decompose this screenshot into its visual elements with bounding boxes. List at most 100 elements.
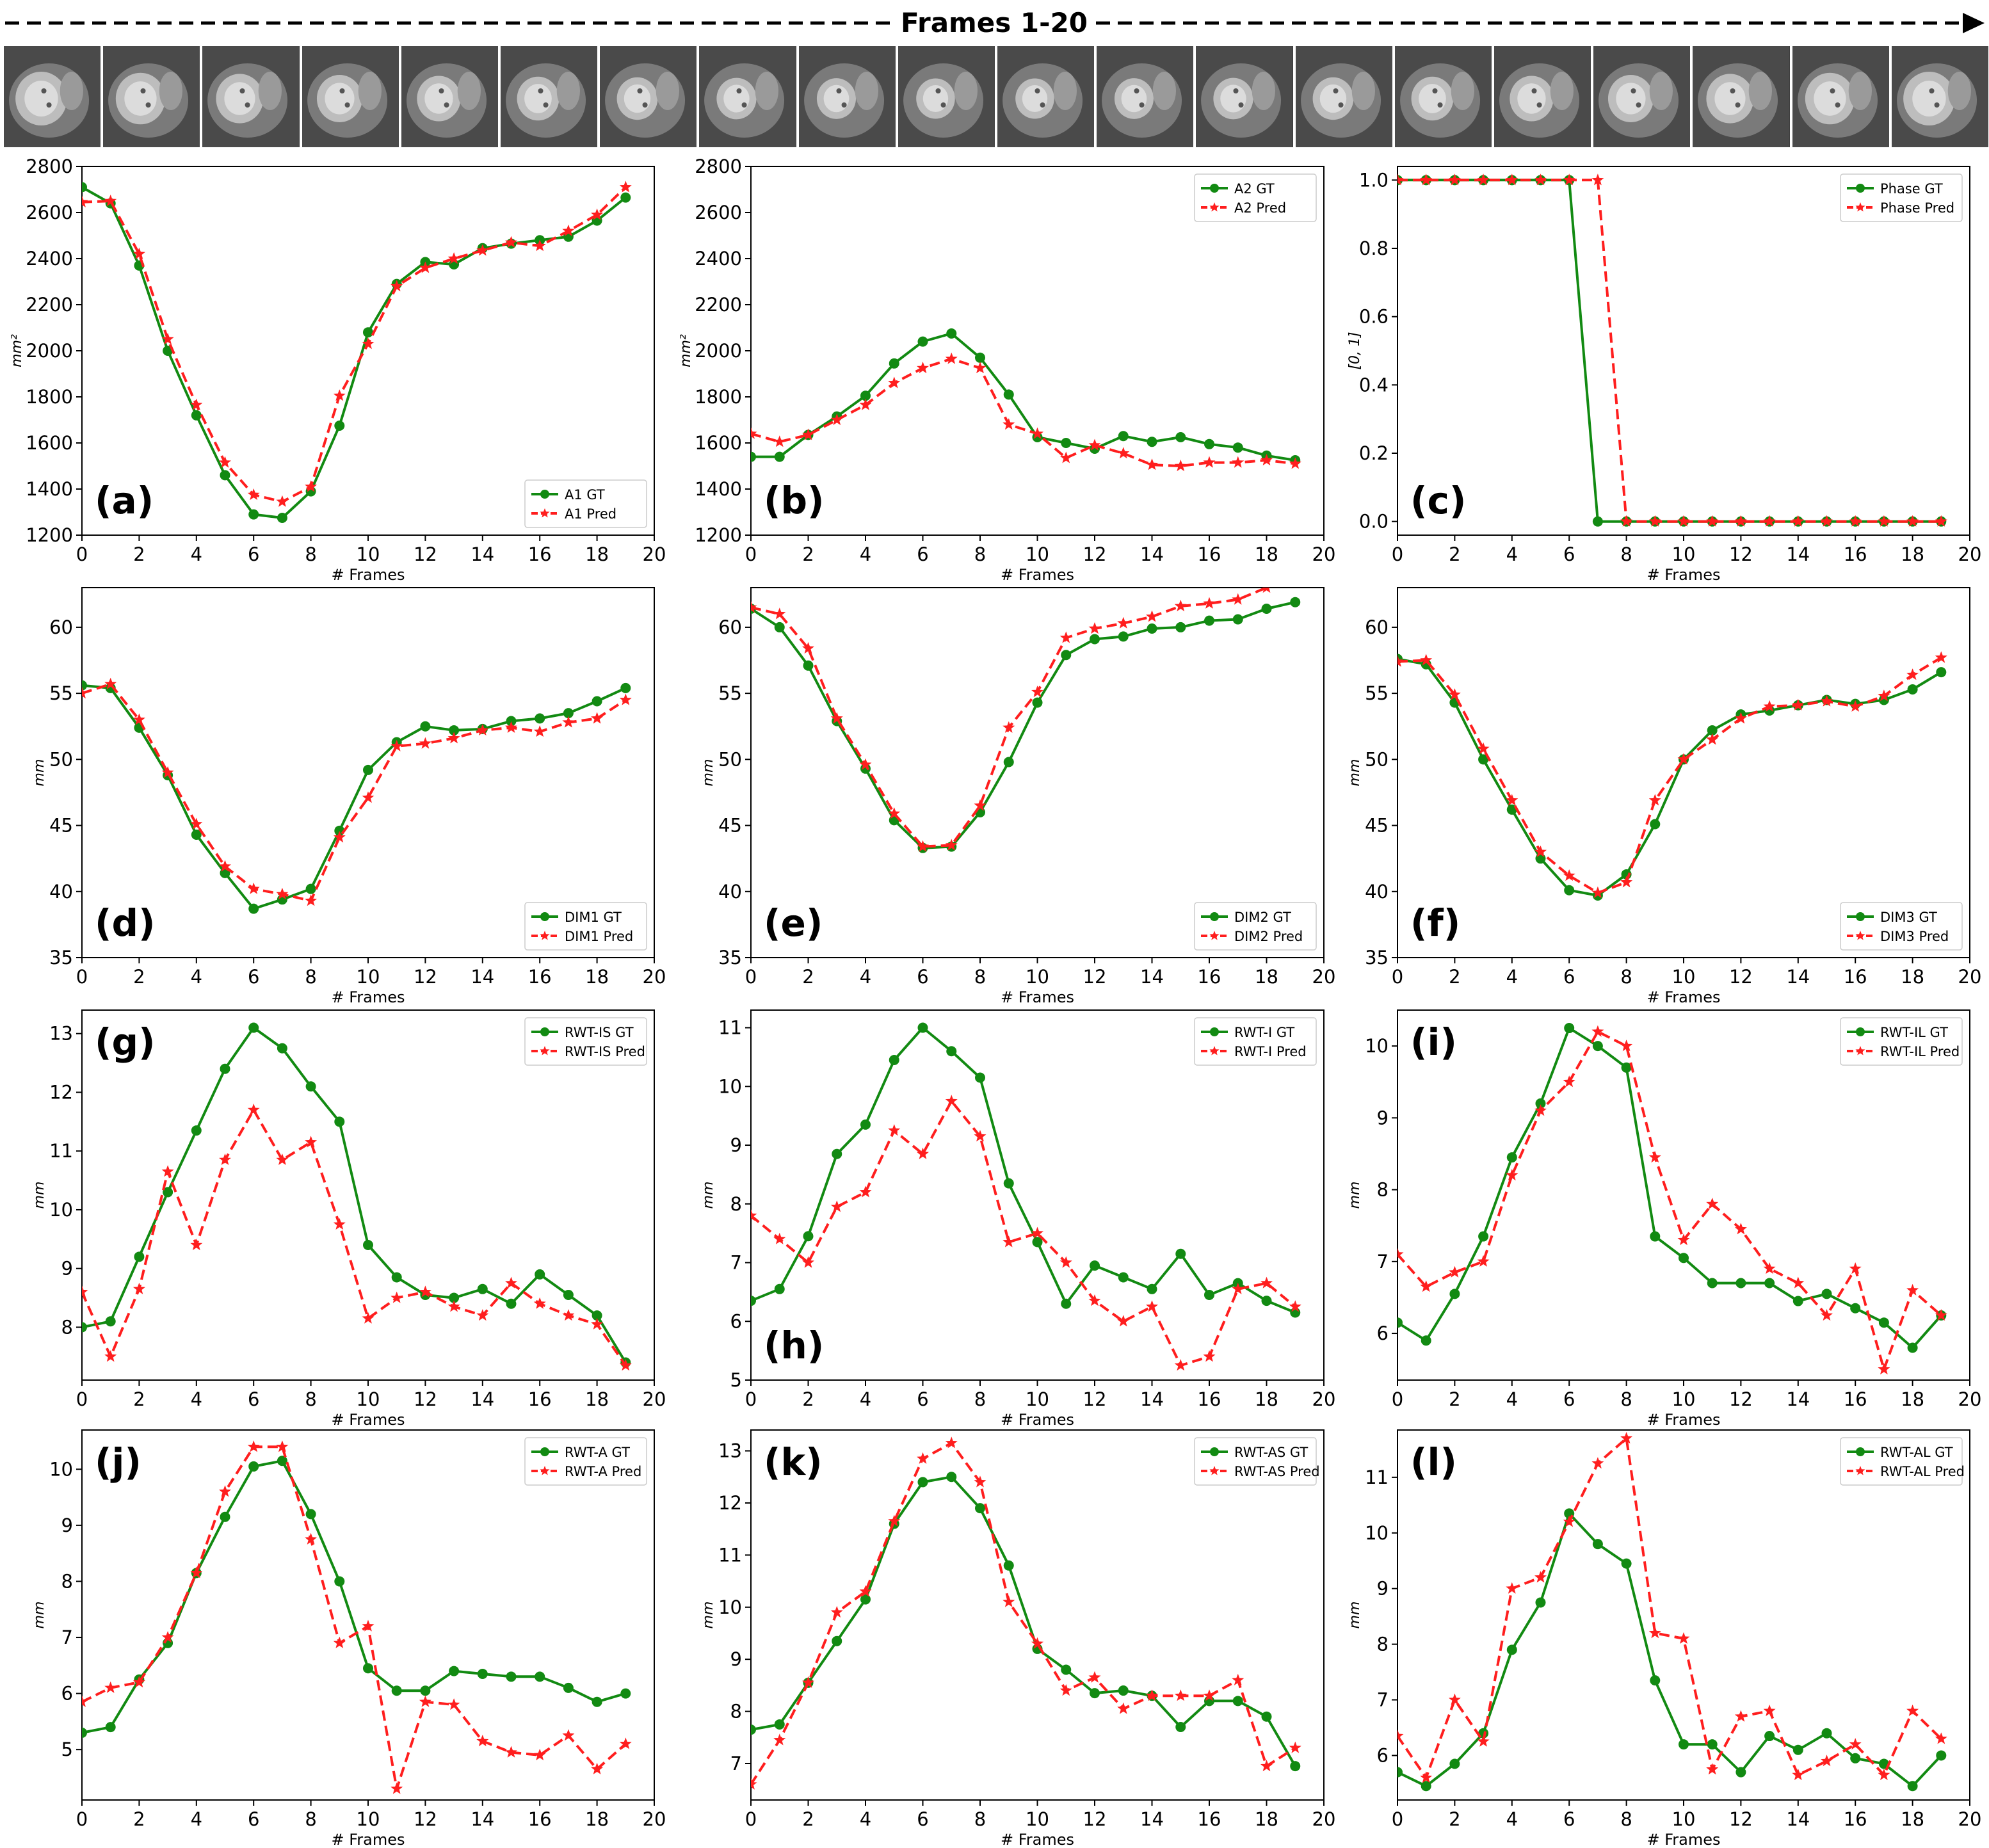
x-tick-label: 12: [414, 543, 437, 565]
x-tick-label: 14: [1140, 543, 1164, 565]
data-point-gt: [1003, 389, 1014, 400]
chart-panel-6: 0 2 4 6 8 10 12 14 16 18 20 35 40 45 50 55 60 # Frames mm (…: [1347, 587, 1982, 1006]
data-point-gt: [1792, 1296, 1803, 1306]
x-axis-label: # Frames: [1647, 1411, 1720, 1429]
x-axis-label: # Frames: [1001, 988, 1074, 1006]
data-point-pred: [591, 1317, 604, 1330]
panel-label: (b): [764, 479, 825, 522]
legend-entry: RWT-IS GT: [565, 1025, 634, 1040]
y-tick-label: 11: [718, 1017, 742, 1039]
series-line-pred: [751, 357, 1296, 467]
x-tick-label: 0: [745, 1808, 757, 1830]
data-point-pred: [1289, 568, 1301, 579]
x-tick-label: 12: [1729, 543, 1753, 565]
plot-area: [82, 181, 632, 523]
y-tick-label: 1400: [26, 478, 73, 500]
x-tick-label: 18: [1255, 966, 1278, 988]
data-point-gt: [1232, 614, 1243, 625]
data-point-gt: [1290, 597, 1301, 607]
x-tick-label: 20: [1958, 1808, 1982, 1830]
x-tick-label: 12: [414, 1808, 437, 1830]
panel-label: (i): [1410, 1020, 1457, 1064]
data-point-pred: [1203, 1350, 1216, 1362]
data-point-gt: [191, 410, 202, 421]
plot-area: [1397, 1023, 1947, 1375]
data-point-pred: [1088, 1671, 1101, 1683]
data-point-gt: [1090, 1260, 1100, 1271]
y-tick-label: 12: [49, 1081, 73, 1103]
x-tick-label: 12: [1083, 1388, 1107, 1410]
data-point-gt: [248, 509, 259, 520]
data-point-gt: [917, 1022, 928, 1033]
series-line-pred: [1397, 179, 1942, 523]
data-point-gt: [305, 1509, 316, 1520]
data-point-gt: [1821, 1289, 1832, 1299]
legend-entry: RWT-IS Pred: [565, 1044, 645, 1059]
chart-panel-5: 0 2 4 6 8 10 12 14 16 18 20 35 40 45 50 55 60 # Frames mm (…: [700, 568, 1335, 1006]
data-point-gt: [592, 1696, 602, 1707]
data-point-gt: [1421, 1335, 1431, 1346]
y-tick-label: 1200: [26, 524, 73, 546]
data-point-gt: [506, 1671, 517, 1682]
data-point-pred: [1117, 1702, 1130, 1714]
panel-label: (f): [1410, 901, 1460, 945]
legend-entry: A1 GT: [565, 487, 605, 502]
y-tick-label: 1200: [695, 524, 742, 546]
data-point-gt: [1232, 1696, 1243, 1707]
chart-panel-1: 0 2 4 6 8 10 12 14 16 18 20 1200 1400 1600 1800 2000 220…: [9, 156, 666, 584]
x-tick-label: 0: [76, 966, 88, 988]
legend: RWT-AS GT RWT-AS Pred: [1194, 1437, 1320, 1486]
data-point-pred: [1003, 1595, 1015, 1607]
legend-entry: RWT-AL Pred: [1880, 1464, 1965, 1479]
data-point-gt: [391, 1685, 402, 1696]
y-axis-label: mm: [1347, 1182, 1363, 1209]
x-axis-label: # Frames: [1647, 1831, 1720, 1848]
data-point-gt: [946, 328, 957, 339]
x-tick-label: 12: [1083, 543, 1107, 565]
y-tick-label: 50: [718, 748, 742, 770]
x-tick-label: 20: [643, 543, 666, 565]
legend-entry: Phase GT: [1880, 181, 1943, 197]
data-point-gt: [889, 1054, 899, 1065]
legend: RWT-IS GT RWT-IS Pred: [524, 1017, 647, 1066]
x-tick-label: 6: [248, 1388, 259, 1410]
data-point-pred: [276, 495, 289, 507]
x-tick-label: 20: [1958, 966, 1982, 988]
legend: RWT-IL GT RWT-IL Pred: [1840, 1017, 1963, 1066]
series-line-gt: [1397, 1027, 1942, 1349]
y-tick-label: 10: [1365, 1035, 1389, 1057]
y-tick-label: 11: [718, 1544, 742, 1566]
y-tick-label: 35: [718, 947, 742, 968]
legend-entry: A2 GT: [1234, 181, 1275, 197]
x-tick-label: 2: [1449, 966, 1460, 988]
data-point-pred: [1174, 599, 1187, 611]
data-point-pred: [505, 1746, 517, 1758]
x-tick-label: 12: [414, 1388, 437, 1410]
data-point-pred: [1792, 1768, 1805, 1780]
x-tick-label: 14: [1786, 966, 1810, 988]
data-point-gt: [975, 352, 985, 363]
chart-panel-8: 0 2 4 6 8 10 12 14 16 18 20 5 6 7 8 9 10 11 # Frames mm (h) R…: [700, 1009, 1335, 1429]
data-point-gt: [1449, 1758, 1460, 1769]
y-tick-label: 9: [730, 1648, 742, 1670]
data-point-gt: [1478, 1231, 1489, 1242]
data-point-gt: [535, 1269, 545, 1280]
y-tick-label: 13: [49, 1023, 73, 1045]
series-line-gt: [1397, 657, 1942, 897]
x-tick-label: 10: [1026, 1388, 1049, 1410]
panel-label: (g): [95, 1020, 156, 1064]
x-tick-label: 0: [76, 543, 88, 565]
data-point-pred: [104, 1681, 117, 1693]
series-line-gt: [82, 1459, 626, 1734]
legend-marker: [1210, 184, 1219, 193]
x-tick-label: 8: [974, 966, 986, 988]
y-tick-label: 50: [49, 748, 73, 770]
legend-marker: [1856, 1027, 1865, 1036]
data-point-gt: [1261, 604, 1272, 615]
x-tick-label: 16: [1844, 966, 1867, 988]
data-point-gt: [277, 1456, 287, 1466]
data-point-gt: [1564, 885, 1575, 896]
x-tick-label: 2: [133, 543, 145, 565]
x-tick-label: 20: [643, 1388, 666, 1410]
y-tick-label: 9: [1377, 1107, 1389, 1129]
